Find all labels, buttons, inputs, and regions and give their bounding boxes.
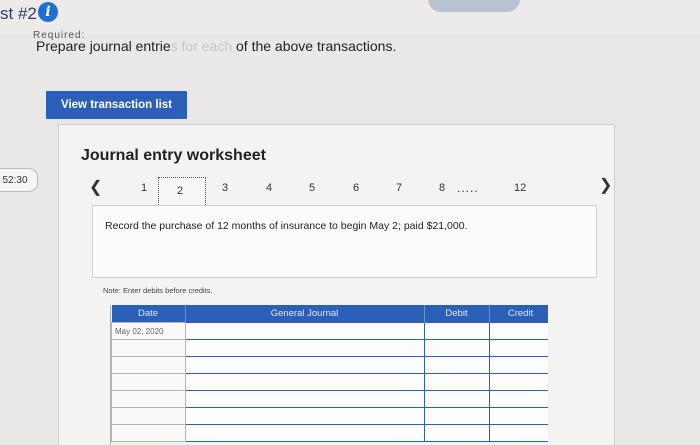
account-input[interactable] — [184, 339, 425, 357]
top-bar — [0, 0, 700, 34]
account-input[interactable] — [184, 373, 425, 391]
debit-input[interactable] — [423, 424, 490, 442]
credit-column-header: Credit — [489, 305, 548, 323]
page-7-button[interactable]: 7 — [396, 182, 402, 194]
account-input[interactable] — [184, 407, 425, 425]
credit-input[interactable] — [488, 356, 548, 374]
debit-input[interactable] — [423, 407, 490, 425]
date-cell — [111, 339, 186, 357]
credit-input[interactable] — [488, 424, 548, 442]
date-cell — [111, 424, 186, 442]
credit-input[interactable] — [488, 373, 548, 391]
account-input[interactable] — [184, 356, 425, 374]
transaction-description: Record the purchase of 12 months of insu… — [105, 220, 468, 232]
page-1-button[interactable]: 1 — [141, 182, 147, 194]
credit-input[interactable] — [488, 390, 548, 408]
page-5-button[interactable]: 5 — [309, 182, 315, 194]
debit-input[interactable] — [423, 373, 490, 391]
instructions-text: Prepare journal entries for each of the … — [36, 38, 397, 54]
chevron-right-icon[interactable]: ❯ — [599, 175, 612, 195]
journal-table: Date General Journal Debit Credit May 02… — [110, 305, 548, 445]
page-12-button[interactable]: 12 — [514, 182, 526, 194]
debit-input[interactable] — [423, 390, 490, 408]
page-title: st #2 — [0, 4, 37, 23]
credit-input[interactable] — [488, 407, 548, 425]
date-column-header: Date — [111, 305, 186, 323]
page-8-button[interactable]: 8 — [439, 182, 445, 194]
general-journal-column-header: General Journal — [185, 305, 425, 323]
table-row — [111, 407, 548, 425]
debit-column-header: Debit — [424, 305, 490, 323]
transaction-description-box: Record the purchase of 12 months of insu… — [92, 205, 597, 278]
date-cell — [111, 373, 186, 391]
page-3-button[interactable]: 3 — [222, 182, 228, 194]
debit-input[interactable] — [423, 339, 490, 357]
table-row — [111, 373, 548, 391]
page-4-button[interactable]: 4 — [266, 182, 272, 194]
credit-input[interactable] — [488, 322, 548, 340]
entry-note: Note: Enter debits before credits. — [103, 286, 213, 295]
table-row — [111, 356, 548, 374]
table-row — [111, 424, 548, 442]
date-cell — [111, 390, 186, 408]
chevron-left-icon[interactable]: ❮ — [89, 177, 102, 197]
info-icon[interactable]: i — [38, 2, 58, 22]
table-row — [111, 390, 548, 408]
table-row: May 02, 2020 — [111, 322, 548, 340]
date-cell — [111, 407, 186, 425]
page-6-button[interactable]: 6 — [353, 182, 359, 194]
timer: 52:30 — [0, 168, 38, 192]
table-row — [111, 339, 548, 357]
view-transaction-list-button[interactable]: View transaction list — [46, 91, 187, 119]
pagination-ellipsis: ..... — [457, 181, 479, 195]
top-submit-button[interactable] — [428, 0, 520, 12]
debit-input[interactable] — [423, 322, 490, 340]
worksheet-title: Journal entry worksheet — [81, 147, 266, 164]
credit-input[interactable] — [488, 339, 548, 357]
journal-entry-worksheet: Journal entry worksheet ❮ 1 2 3 4 5 6 7 … — [58, 124, 615, 445]
debit-input[interactable] — [423, 356, 490, 374]
account-input[interactable] — [184, 424, 425, 442]
date-cell — [111, 356, 186, 374]
account-input[interactable] — [184, 322, 425, 340]
date-cell[interactable]: May 02, 2020 — [111, 322, 186, 340]
account-input[interactable] — [184, 390, 425, 408]
